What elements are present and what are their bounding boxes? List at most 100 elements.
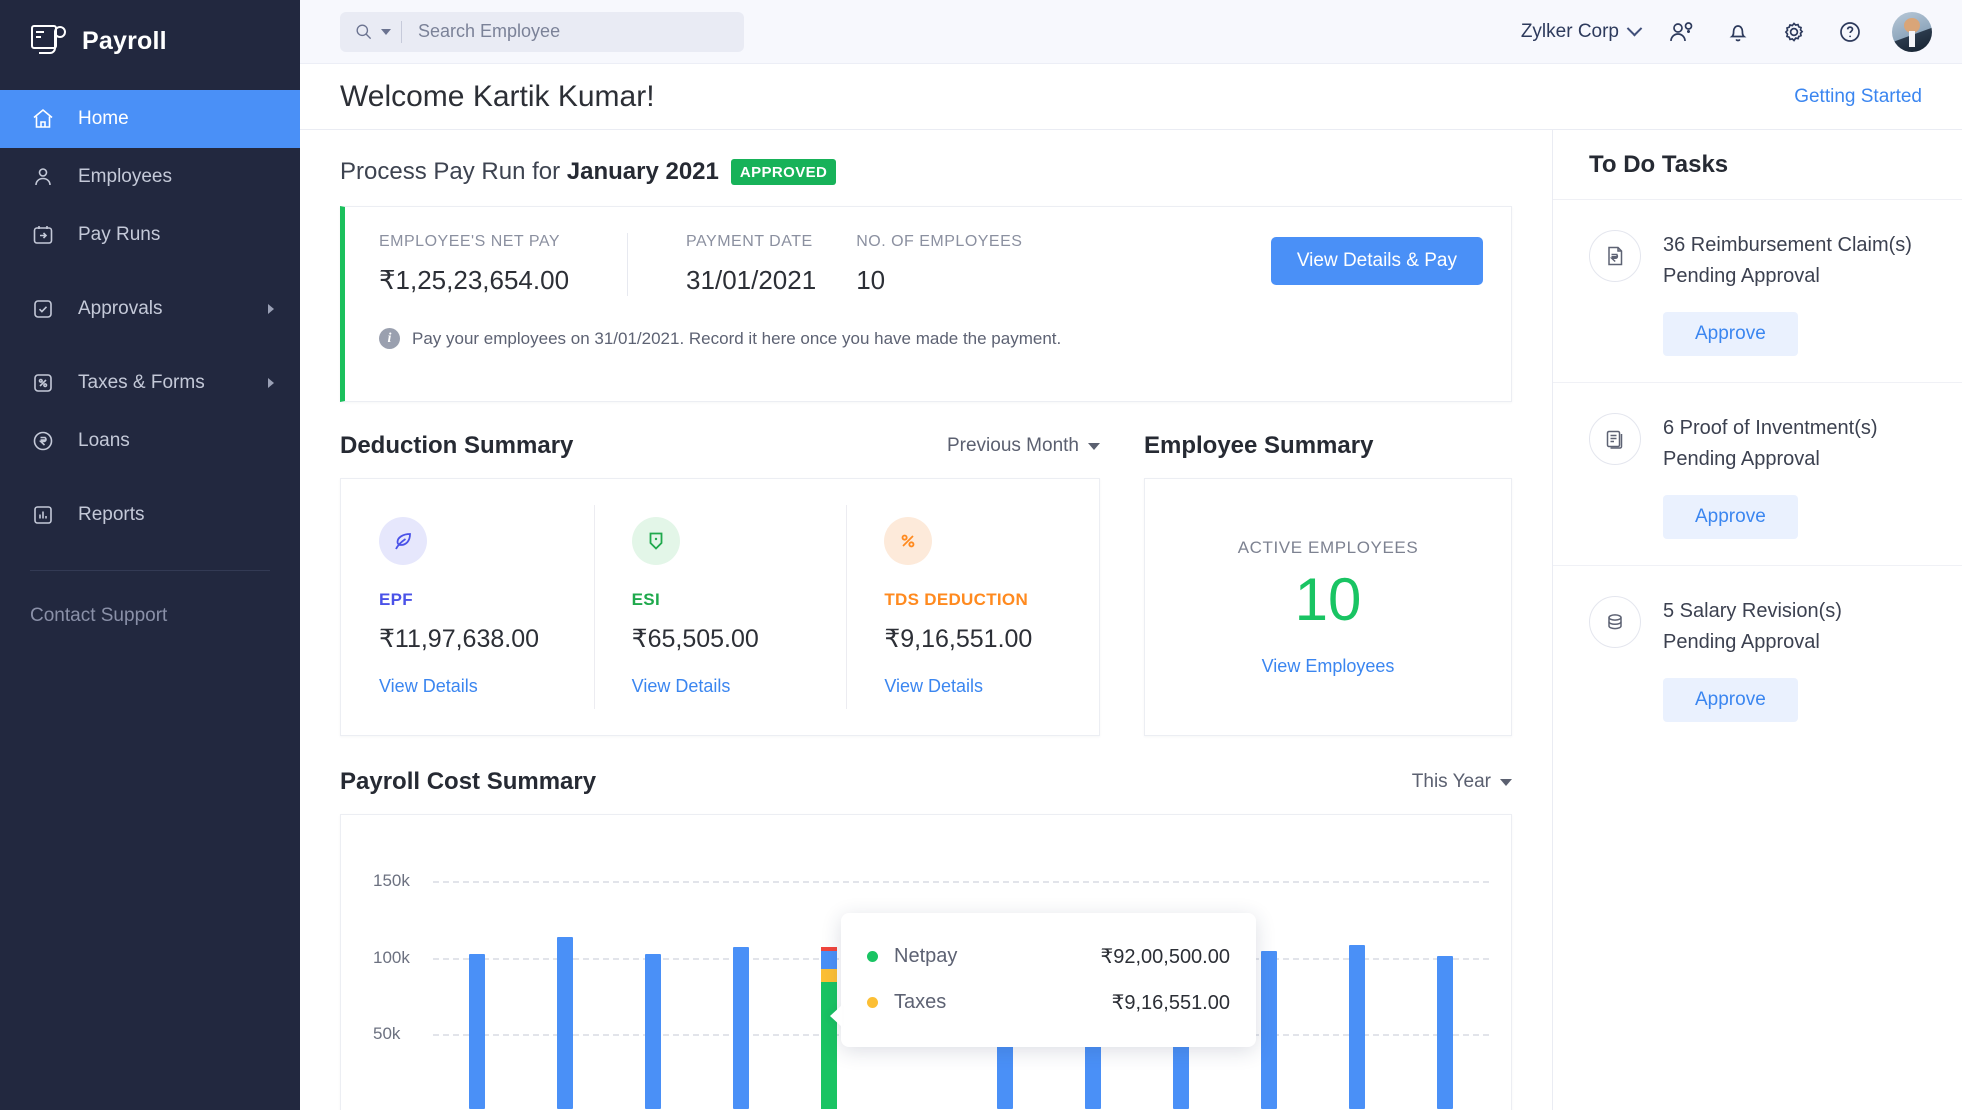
sidebar-item-pay-runs[interactable]: Pay Runs xyxy=(0,206,300,264)
gear-icon[interactable] xyxy=(1780,18,1808,46)
users-add-icon[interactable] xyxy=(1668,18,1696,46)
stat-no-of-employees-value: 10 xyxy=(856,265,886,295)
employee-summary-title: Employee Summary xyxy=(1144,432,1374,459)
todo-item-line2: Pending Approval xyxy=(1663,265,1820,287)
deduction-item-esi-link[interactable]: View Details xyxy=(632,676,847,697)
tooltip-netpay-label: Netpay xyxy=(894,944,958,967)
sidebar-item-reports[interactable]: Reports xyxy=(0,486,300,544)
todo-item-proof-of-investment: 6 Proof of Inventment(s) Pending Approva… xyxy=(1553,382,1962,565)
chart-bar-segment[interactable] xyxy=(821,951,837,969)
chevron-down-icon xyxy=(1088,442,1100,450)
chevron-right-icon xyxy=(268,304,274,314)
user-icon xyxy=(30,164,56,190)
chart-y-axis-tick: 100k xyxy=(373,947,410,967)
payroll-cost-summary-filter[interactable]: This Year xyxy=(1412,771,1512,793)
sidebar-item-home[interactable]: Home xyxy=(0,90,300,148)
active-employees-count: 10 xyxy=(1294,565,1362,633)
payrun-heading-prefix: Process Pay Run for xyxy=(340,158,567,185)
content-left: Process Pay Run for January 2021 APPROVE… xyxy=(300,130,1552,1110)
deduction-summary-title: Deduction Summary xyxy=(340,432,574,459)
sidebar-item-pay-runs-label: Pay Runs xyxy=(78,224,161,245)
todo-item-line2: Pending Approval xyxy=(1663,631,1820,653)
sidebar-item-reports-label: Reports xyxy=(78,504,145,525)
chart-bar[interactable] xyxy=(557,937,573,1109)
approve-button-salary-revision[interactable]: Approve xyxy=(1663,678,1798,722)
deduction-summary-filter[interactable]: Previous Month xyxy=(947,435,1100,457)
deduction-item-esi-name: ESI xyxy=(631,590,660,609)
todo-item-line2: Pending Approval xyxy=(1663,448,1820,470)
sidebar-item-employees[interactable]: Employees xyxy=(0,148,300,206)
sidebar-item-loans[interactable]: Loans xyxy=(0,412,300,470)
chart-bar-segment[interactable] xyxy=(821,981,837,1109)
deduction-item-epf-amount: ₹11,97,638.00 xyxy=(379,625,540,653)
contact-support-link[interactable]: Contact Support xyxy=(0,571,300,627)
chart-bar[interactable] xyxy=(733,946,749,1109)
tooltip-arrow xyxy=(830,1005,842,1027)
bell-icon[interactable] xyxy=(1724,18,1752,46)
chart-bar[interactable] xyxy=(469,954,485,1109)
approve-button-reimbursement[interactable]: Approve xyxy=(1663,312,1798,356)
org-switcher[interactable]: Zylker Corp xyxy=(1521,20,1643,43)
chart-bar[interactable] xyxy=(645,954,661,1109)
stat-payment-date-value: 31/01/2021 xyxy=(686,265,817,295)
payrun-card: EMPLOYEE'S NET PAY ₹1,25,23,654.00 PAYME… xyxy=(340,206,1512,402)
chart-bar[interactable] xyxy=(1349,945,1365,1109)
sidebar-nav: Home Employees Pay Runs Approvals Taxes … xyxy=(0,90,300,544)
tooltip-row-netpay: Netpay ₹92,00,500.00 xyxy=(867,933,1230,979)
sidebar-item-loans-label: Loans xyxy=(78,430,130,451)
payroll-cost-summary-filter-label: This Year xyxy=(1411,771,1491,792)
netpay-legend-dot xyxy=(867,950,878,962)
percent-square-icon xyxy=(30,370,56,396)
deduction-item-epf-name: EPF xyxy=(379,590,413,609)
sidebar-item-approvals-label: Approvals xyxy=(78,298,163,319)
chart-tooltip: Netpay ₹92,00,500.00 Taxes ₹9,16,551.00 xyxy=(830,913,1256,1047)
deduction-item-epf-link[interactable]: View Details xyxy=(379,676,594,697)
rupee-circle-icon xyxy=(30,428,56,454)
chevron-right-icon xyxy=(268,378,274,388)
stat-no-of-employees-label: NO. OF EMPLOYEES xyxy=(856,233,1023,250)
info-icon: i xyxy=(379,328,400,349)
search-icon xyxy=(354,22,373,41)
chart-bar[interactable] xyxy=(1437,955,1453,1109)
approve-button-proof-of-investment[interactable]: Approve xyxy=(1663,495,1798,539)
status-badge: APPROVED xyxy=(730,159,837,185)
search-divider xyxy=(401,20,402,43)
payrun-stats: EMPLOYEE'S NET PAY ₹1,25,23,654.00 PAYME… xyxy=(379,233,1483,296)
percent-icon xyxy=(884,517,933,565)
search-box[interactable] xyxy=(340,11,744,52)
payrun-note-text: Pay your employees on 31/01/2021. Record… xyxy=(412,328,1062,348)
chevron-down-icon[interactable] xyxy=(381,28,391,35)
chevron-down-icon xyxy=(1626,20,1643,37)
deduction-item-tds-link[interactable]: View Details xyxy=(884,676,1099,697)
avatar[interactable] xyxy=(1892,11,1932,52)
receipt-rupee-icon xyxy=(1589,230,1641,282)
active-employees-label: ACTIVE EMPLOYEES xyxy=(1237,537,1419,557)
search-input[interactable] xyxy=(418,21,730,42)
sidebar-item-taxes-forms[interactable]: Taxes & Forms xyxy=(0,354,300,412)
deduction-summary-filter-label: Previous Month xyxy=(946,435,1079,456)
todo-item-line1: 6 Proof of Inventment(s) xyxy=(1663,417,1878,439)
chart-bar[interactable] xyxy=(1261,951,1277,1109)
help-circle-icon[interactable] xyxy=(1836,18,1864,46)
chart-y-axis-tick: 150k xyxy=(373,871,410,891)
sidebar-item-approvals[interactable]: Approvals xyxy=(0,280,300,338)
deduction-item-esi-amount: ₹65,505.00 xyxy=(631,625,759,653)
payroll-logo-icon xyxy=(30,24,68,58)
deduction-item-tds-name: TDS DEDUCTION xyxy=(884,590,1029,609)
chart-bar-segment[interactable] xyxy=(821,968,837,982)
view-details-and-pay-button[interactable]: View Details & Pay xyxy=(1270,237,1483,285)
coins-icon xyxy=(1589,596,1641,648)
view-employees-link[interactable]: View Employees xyxy=(1262,656,1395,677)
getting-started-link[interactable]: Getting Started xyxy=(1794,86,1922,108)
brand[interactable]: Payroll xyxy=(0,0,300,82)
chart-bar-segment[interactable] xyxy=(821,946,837,952)
todo-item-reimbursement: 36 Reimbursement Claim(s) Pending Approv… xyxy=(1553,200,1962,382)
welcome-row: Welcome Kartik Kumar! Getting Started xyxy=(300,64,1962,130)
sidebar-item-home-label: Home xyxy=(78,108,129,129)
stat-no-of-employees: NO. OF EMPLOYEES 10 xyxy=(856,233,1062,296)
payroll-cost-chart-card: 150k 100k 50k Netpay ₹92,00,500.00 Taxes ₹… xyxy=(340,814,1512,1110)
deduction-summary-header: Deduction Summary Previous Month xyxy=(340,432,1100,460)
todo-item-body: 6 Proof of Inventment(s) Pending Approva… xyxy=(1663,413,1926,539)
